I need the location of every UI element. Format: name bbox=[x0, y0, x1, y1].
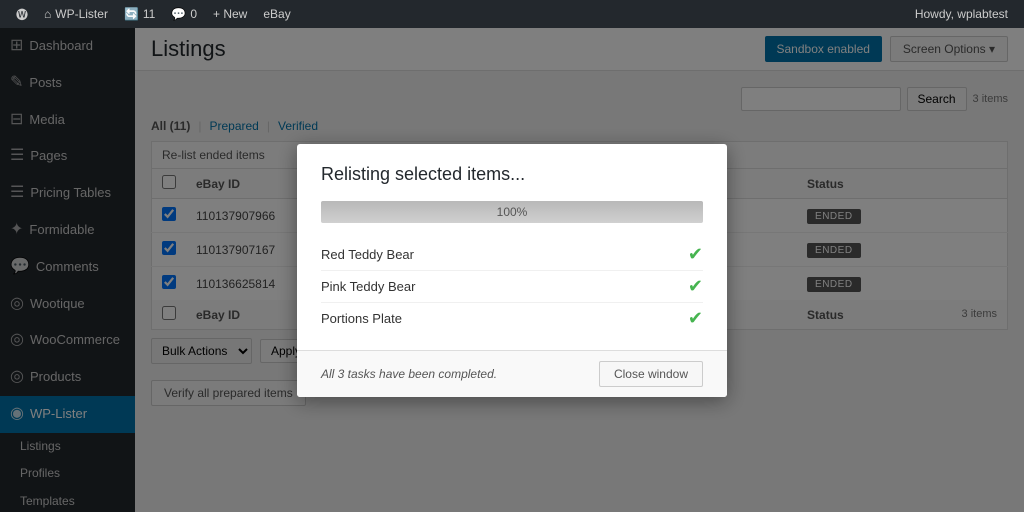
comments-icon: 💬 bbox=[171, 7, 186, 21]
progress-bar: 100% bbox=[321, 201, 703, 223]
site-icon: ⌂ bbox=[44, 7, 51, 21]
item-name: Portions Plate bbox=[321, 311, 402, 326]
new-button[interactable]: + New bbox=[205, 0, 255, 28]
comments-item[interactable]: 💬 0 bbox=[163, 0, 205, 28]
site-name[interactable]: ⌂ WP-Lister bbox=[36, 0, 116, 28]
modal-title: Relisting selected items... bbox=[321, 164, 703, 185]
ebay-item[interactable]: eBay bbox=[255, 0, 298, 28]
check-icon: ✔ bbox=[688, 276, 703, 297]
updates-icon: 🔄 bbox=[124, 7, 139, 21]
updates-item[interactable]: 🔄 11 bbox=[116, 0, 163, 28]
close-window-button[interactable]: Close window bbox=[599, 361, 703, 387]
wp-icon: 🅦 bbox=[16, 6, 28, 23]
check-icon: ✔ bbox=[688, 308, 703, 329]
admin-bar: 🅦 ⌂ WP-Lister 🔄 11 💬 0 + New eBay Howdy,… bbox=[0, 0, 1024, 28]
modal-dialog: Relisting selected items... 100% Red Ted… bbox=[297, 144, 727, 397]
footer-note: All 3 tasks have been completed. bbox=[321, 367, 497, 381]
list-item: Red Teddy Bear ✔ bbox=[321, 239, 703, 271]
modal-overlay: Relisting selected items... 100% Red Ted… bbox=[0, 28, 1024, 512]
howdy-text: Howdy, wplabtest bbox=[907, 7, 1016, 21]
list-item: Pink Teddy Bear ✔ bbox=[321, 271, 703, 303]
item-name: Pink Teddy Bear bbox=[321, 279, 415, 294]
modal-footer: All 3 tasks have been completed. Close w… bbox=[297, 350, 727, 397]
modal-item-list: Red Teddy Bear ✔ Pink Teddy Bear ✔ Porti… bbox=[321, 239, 703, 334]
wp-logo[interactable]: 🅦 bbox=[8, 0, 36, 28]
check-icon: ✔ bbox=[688, 244, 703, 265]
progress-label: 100% bbox=[321, 205, 703, 219]
list-item: Portions Plate ✔ bbox=[321, 303, 703, 334]
item-name: Red Teddy Bear bbox=[321, 247, 414, 262]
